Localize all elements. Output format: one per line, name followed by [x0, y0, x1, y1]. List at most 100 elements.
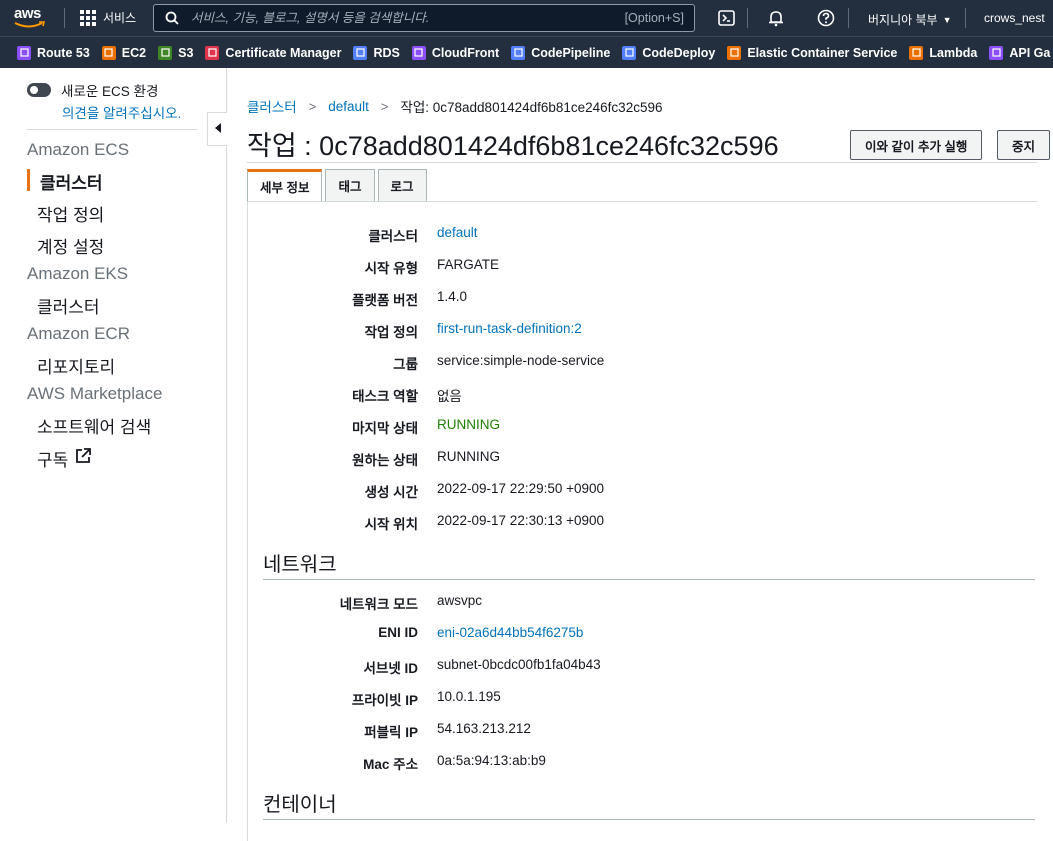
account-menu[interactable]: crows_nest	[984, 11, 1045, 25]
detail-label: 프라이빗 IP	[351, 693, 418, 708]
favorite-item[interactable]: CodeDeploy	[622, 45, 715, 60]
help-icon[interactable]	[816, 8, 836, 28]
divider	[965, 8, 966, 28]
favorite-item[interactable]: CloudFront	[411, 45, 499, 60]
detail-label: 퍼블릭 IP	[364, 725, 418, 740]
account-label: crows_nest	[984, 11, 1045, 25]
detail-value: service:simple-node-service	[437, 353, 605, 368]
containers-section-title: 컨테이너	[263, 794, 337, 816]
favorite-item[interactable]: RDS	[353, 45, 400, 60]
toggle-label: 새로운 ECS 환경	[61, 84, 159, 99]
favorite-label: Lambda	[929, 45, 978, 60]
service-icon	[17, 45, 31, 60]
sidebar-item-discover-software[interactable]: 소프트웨어 검색	[37, 413, 151, 438]
tab-details[interactable]: 세부 정보	[247, 169, 323, 201]
detail-label: Mac 주소	[363, 757, 418, 772]
tab-logs[interactable]: 로그	[377, 169, 427, 201]
detail-label: 네트워크 모드	[339, 597, 418, 612]
service-icon	[205, 45, 220, 60]
caret-left-icon	[214, 120, 222, 138]
detail-value: 2022-09-17 22:29:50 +0900	[437, 481, 605, 496]
breadcrumb-current: 작업: 0c78add801424df6b81ce246fc32c596	[400, 100, 663, 115]
detail-value: awsvpc	[437, 593, 483, 608]
sidebar-item-clusters[interactable]: 클러스터	[40, 169, 103, 194]
favorite-label: Route 53	[37, 45, 90, 60]
favorite-item[interactable]: Certificate Manager	[205, 45, 341, 60]
favorite-item[interactable]: S3	[158, 45, 193, 60]
sidebar-item-task-definitions[interactable]: 작업 정의	[37, 201, 104, 226]
aws-logo[interactable]: aws	[14, 6, 48, 32]
collapse-sidebar-button[interactable]	[207, 112, 227, 146]
tab-bar: 세부 정보 태그 로그	[247, 169, 427, 201]
tab-tags[interactable]: 태그	[325, 169, 375, 201]
sidebar-item-account-settings[interactable]: 계정 설정	[37, 233, 104, 258]
favorite-label: CodePipeline	[531, 45, 611, 60]
search-box[interactable]: [Option+S]	[153, 4, 695, 32]
divider	[263, 579, 1035, 580]
new-ecs-experience-toggle[interactable]	[27, 83, 51, 97]
favorite-item[interactable]: Lambda	[909, 45, 978, 60]
detail-label: 마지막 상태	[352, 421, 418, 436]
chevron-right-icon: >	[380, 98, 389, 114]
chevron-right-icon: >	[308, 98, 317, 114]
favorite-label: EC2	[121, 45, 147, 60]
region-selector[interactable]: 버지니아 북부 ▼	[868, 11, 952, 28]
favorite-item[interactable]: EC2	[101, 45, 147, 60]
divider	[848, 8, 849, 28]
detail-label: 시작 위치	[364, 517, 418, 532]
detail-label: 원하는 상태	[352, 453, 418, 468]
detail-value-link[interactable]: eni-02a6d44bb54f6275b	[437, 625, 583, 640]
detail-label: 태스크 역할	[352, 389, 418, 404]
stop-button[interactable]: 중지	[997, 130, 1051, 160]
service-icon	[727, 45, 742, 60]
new-ecs-experience-toggle-row: 새로운 ECS 환경	[27, 80, 158, 100]
caret-down-icon: ▼	[942, 14, 952, 25]
detail-label: 시작 유형	[364, 261, 418, 276]
breadcrumb-default[interactable]: default	[328, 99, 369, 114]
divider	[747, 8, 748, 28]
favorite-label: Elastic Container Service	[747, 45, 898, 60]
detail-value: FARGATE	[437, 257, 500, 272]
sidebar-item-eks-clusters[interactable]: 클러스터	[37, 293, 100, 318]
detail-value: 1.4.0	[437, 289, 468, 304]
service-icon	[989, 45, 1004, 60]
detail-value-link[interactable]: default	[437, 225, 478, 240]
favorite-item[interactable]: API Ga	[989, 45, 1051, 60]
detail-value: subnet-0bcdc00fb1fa04b43	[437, 657, 601, 672]
divider	[263, 819, 1035, 820]
search-input[interactable]	[191, 11, 625, 25]
region-label: 버지니아 북부	[868, 13, 938, 27]
divider	[27, 129, 197, 130]
favorite-item[interactable]: Elastic Container Service	[727, 45, 898, 60]
detail-value: 없음	[437, 389, 462, 404]
detail-label: ENI ID	[378, 625, 418, 640]
detail-value-link[interactable]: first-run-task-definition:2	[437, 321, 582, 336]
favorite-label: RDS	[373, 45, 400, 60]
service-icon	[511, 45, 526, 60]
detail-value: RUNNING	[437, 417, 500, 432]
grid-icon	[80, 9, 96, 26]
detail-value: RUNNING	[437, 449, 500, 464]
service-icon	[101, 45, 116, 60]
divider	[247, 162, 1037, 163]
favorite-item[interactable]: Route 53	[17, 45, 90, 60]
sidebar-section-ecr: Amazon ECR	[27, 324, 130, 343]
favorite-item[interactable]: CodePipeline	[511, 45, 611, 60]
search-icon	[165, 11, 179, 25]
breadcrumb-clusters[interactable]: 클러스터	[247, 96, 297, 116]
detail-label: 서브넷 ID	[363, 661, 418, 676]
detail-label: 생성 시간	[364, 485, 418, 500]
sidebar-item-subscriptions[interactable]: 구독	[37, 446, 92, 471]
search-shortcut: [Option+S]	[624, 11, 684, 25]
services-menu-button[interactable]: 서비스	[80, 9, 136, 26]
favorite-label: API Ga	[1009, 45, 1051, 60]
run-more-like-this-button[interactable]: 이와 같이 추가 실행	[850, 130, 983, 160]
bell-icon[interactable]	[766, 8, 786, 28]
feedback-link[interactable]: 의견을 알려주십시오.	[62, 102, 181, 122]
sidebar-item-repositories[interactable]: 리포지토리	[37, 353, 115, 378]
detail-value: 54.163.213.212	[437, 721, 531, 736]
service-icon	[411, 45, 426, 60]
services-label: 서비스	[103, 11, 137, 25]
favorites-bar: Route 53 EC2 S3 Certificate Manager RDS Cloud…	[0, 36, 1053, 68]
cloudshell-icon[interactable]	[717, 8, 737, 28]
